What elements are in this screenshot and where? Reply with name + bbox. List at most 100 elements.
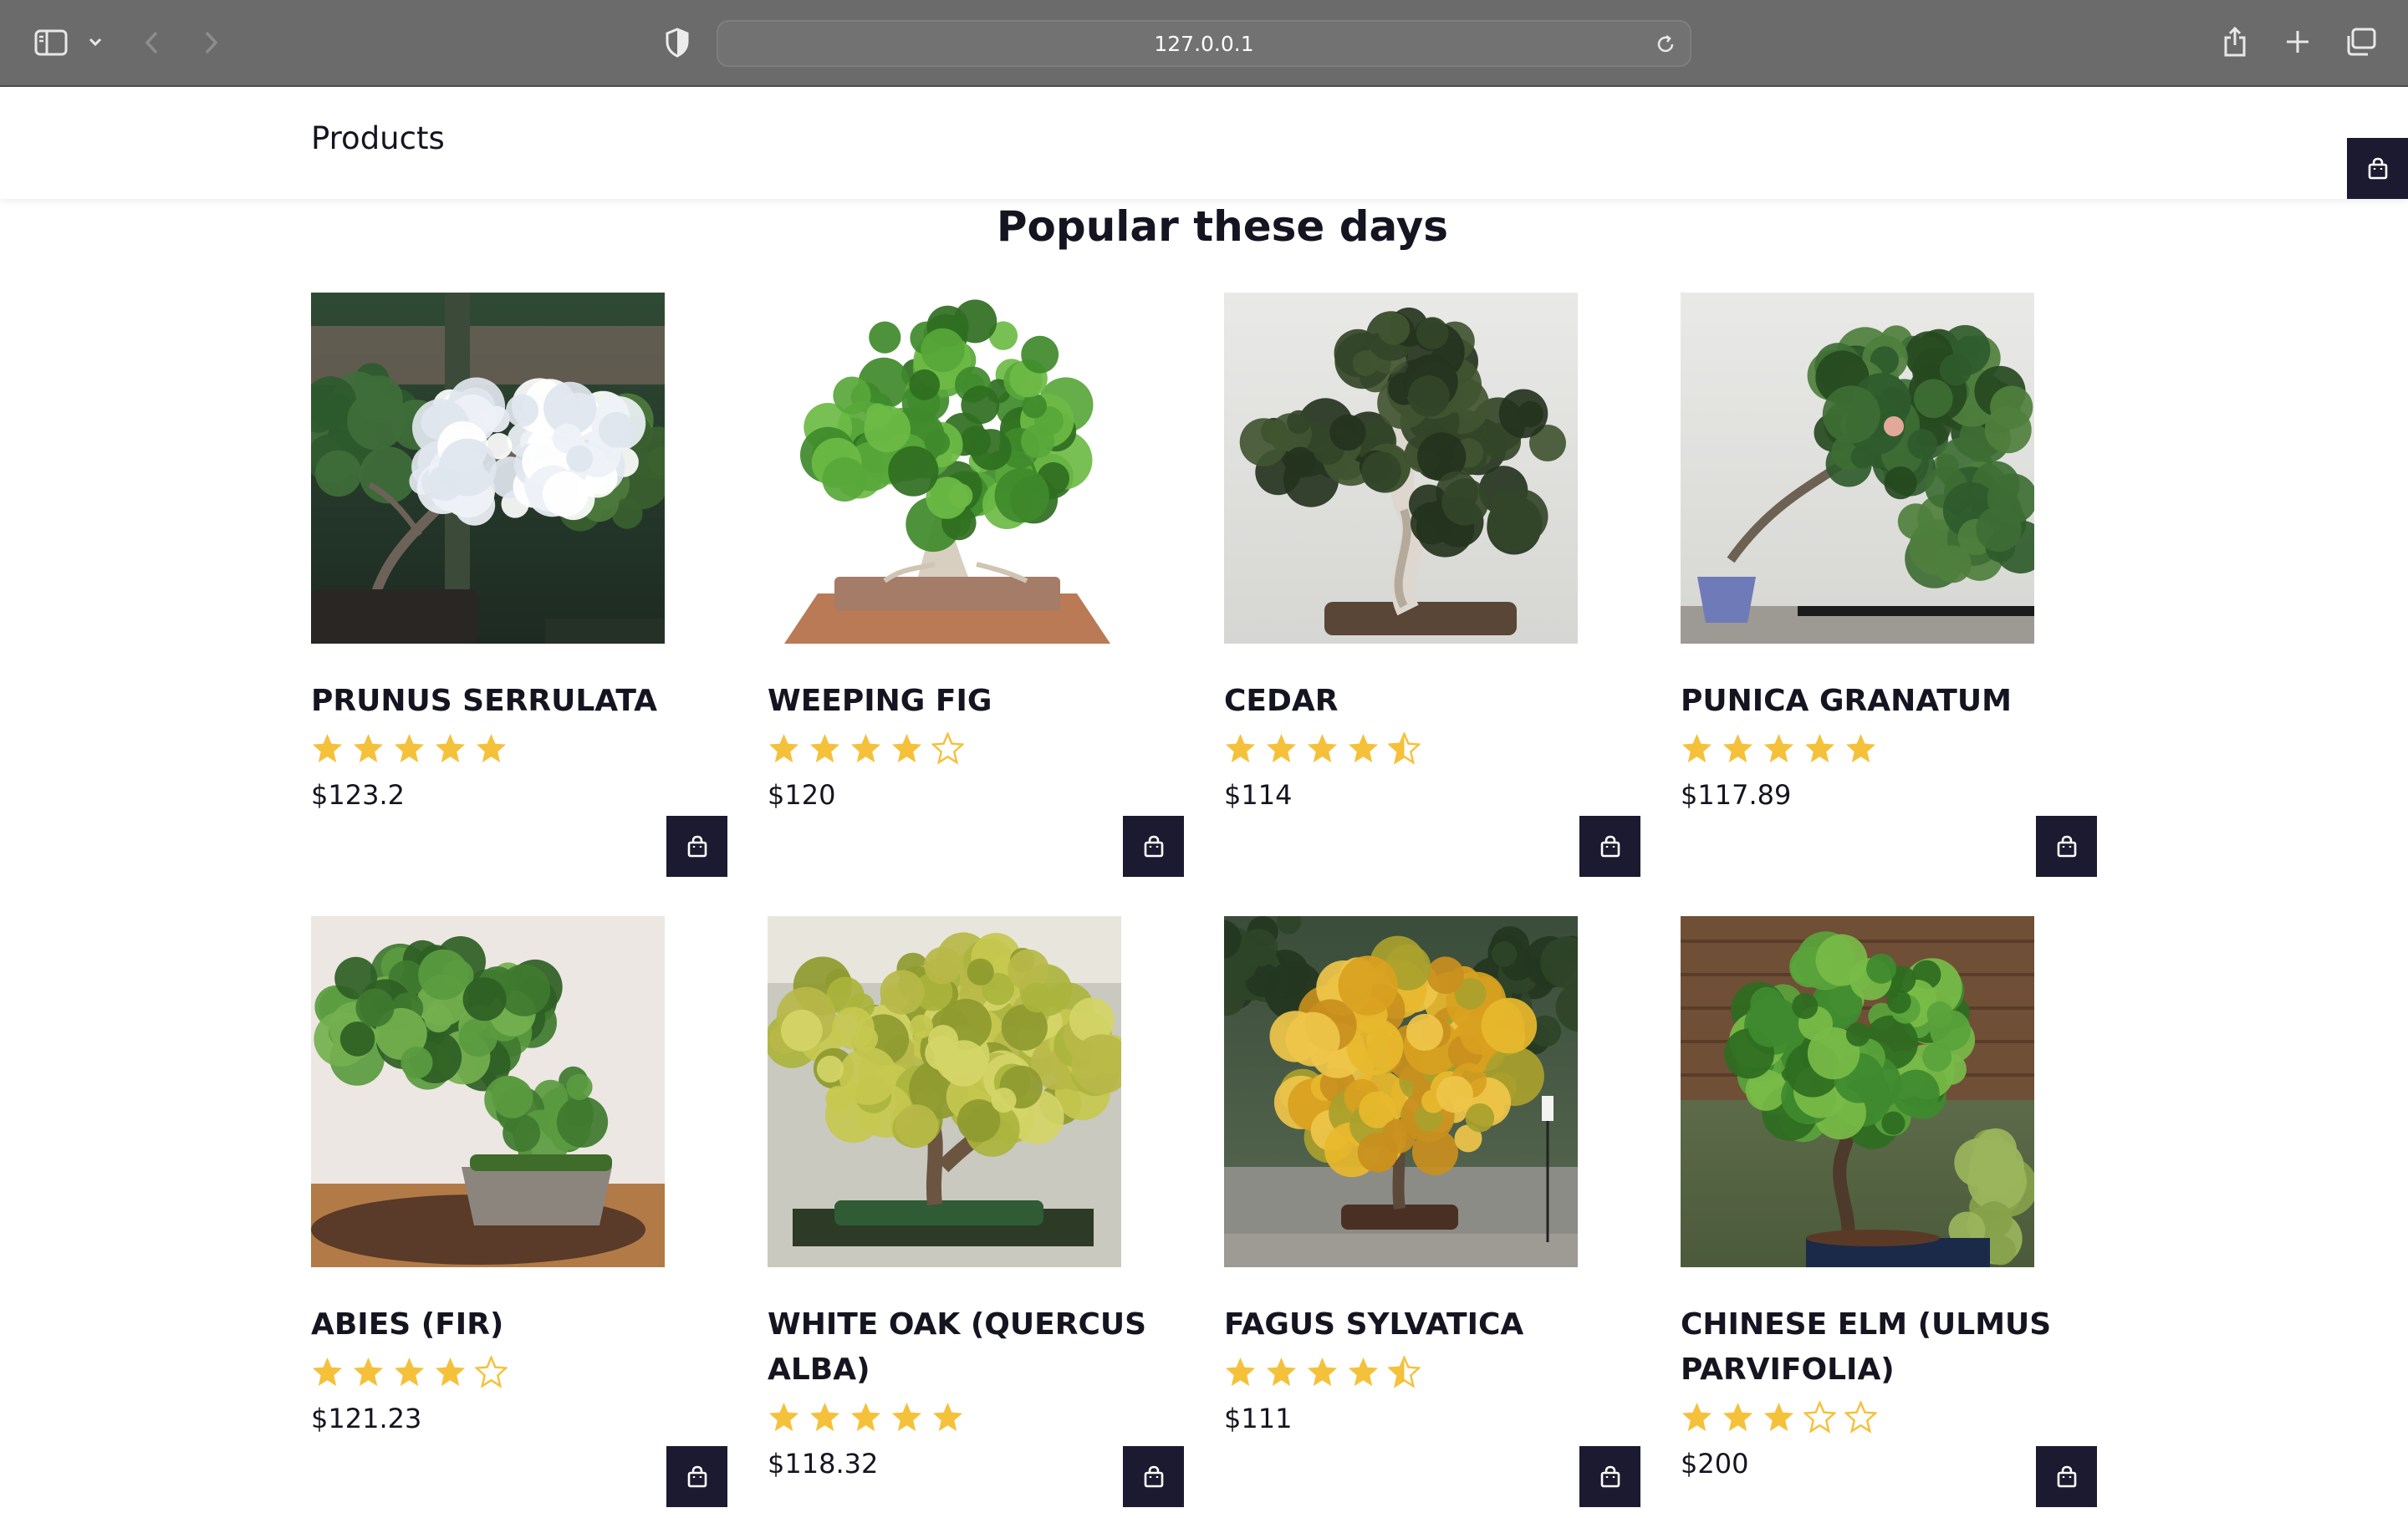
star-icon xyxy=(475,1356,508,1388)
star-icon xyxy=(353,733,384,763)
star-icon xyxy=(1722,733,1753,763)
product-price: $121.23 xyxy=(311,1403,422,1434)
url-text: 127.0.0.1 xyxy=(1154,31,1254,56)
shield-icon[interactable] xyxy=(661,25,694,60)
product-card[interactable]: FAGUS SYLVATICA $111 xyxy=(1224,916,1642,1518)
product-price: $117.89 xyxy=(1681,779,1792,811)
product-image[interactable] xyxy=(768,916,1121,1267)
product-card[interactable]: PUNICA GRANATUM $117.89 xyxy=(1681,293,2099,894)
chevron-left-icon[interactable] xyxy=(139,25,164,60)
product-image[interactable] xyxy=(768,293,1121,644)
nav-products-link[interactable]: Products xyxy=(311,120,445,156)
shopping-bag-icon xyxy=(1599,1465,1621,1489)
sidebar-icon[interactable] xyxy=(32,25,70,60)
star-icon xyxy=(435,1357,466,1387)
star-icon xyxy=(809,733,840,763)
site-header: Products xyxy=(0,87,2408,199)
product-price: $111 xyxy=(1224,1403,1293,1434)
reload-icon[interactable] xyxy=(1653,32,1678,57)
star-icon xyxy=(768,1402,799,1432)
star-icon xyxy=(1266,733,1297,763)
star-icon xyxy=(1348,1357,1379,1387)
browser-toolbar: 127.0.0.1 xyxy=(0,0,2408,87)
address-bar[interactable]: 127.0.0.1 xyxy=(717,20,1691,67)
product-image[interactable] xyxy=(1681,916,2034,1267)
shopping-bag-icon xyxy=(1599,835,1621,858)
add-to-cart-button[interactable] xyxy=(1123,1446,1184,1507)
chevron-down-icon[interactable] xyxy=(85,32,105,52)
shopping-bag-icon xyxy=(1143,835,1165,858)
star-icon xyxy=(1225,1357,1256,1387)
product-name[interactable]: ABIES (FIR) xyxy=(311,1302,704,1347)
product-image[interactable] xyxy=(1224,293,1578,644)
product-name[interactable]: WHITE OAK (QUERCUS ALBA) xyxy=(768,1302,1161,1393)
product-image[interactable] xyxy=(1681,293,2034,644)
product-price: $123.2 xyxy=(311,779,405,811)
star-icon xyxy=(312,1357,343,1387)
rating-stars xyxy=(768,732,964,765)
add-to-cart-button[interactable] xyxy=(666,816,727,877)
rating-stars xyxy=(311,1356,508,1388)
product-card[interactable]: WEEPING FIG $120 xyxy=(768,293,1186,894)
rating-stars xyxy=(1681,1401,1877,1434)
star-icon xyxy=(1307,733,1338,763)
product-card[interactable]: PRUNUS SERRULATA $123.2 xyxy=(311,293,729,894)
plus-icon[interactable] xyxy=(2281,25,2314,59)
tabs-overview-icon[interactable] xyxy=(2343,25,2380,59)
product-name[interactable]: CHINESE ELM (ULMUS PARVIFOLIA) xyxy=(1681,1302,2074,1393)
product-price: $120 xyxy=(768,779,836,811)
product-name[interactable]: FAGUS SYLVATICA xyxy=(1224,1302,1617,1347)
product-card[interactable]: ABIES (FIR) $121.23 xyxy=(311,916,729,1518)
shopping-bag-icon xyxy=(686,1465,708,1489)
product-image[interactable] xyxy=(311,916,665,1267)
rating-stars xyxy=(1224,732,1421,765)
product-price: $114 xyxy=(1224,779,1293,811)
product-card[interactable]: WHITE OAK (QUERCUS ALBA) $118.32 xyxy=(768,916,1186,1518)
star-icon xyxy=(1681,1402,1712,1432)
rating-stars xyxy=(311,732,508,765)
star-icon xyxy=(1388,1356,1421,1388)
product-card[interactable]: CHINESE ELM (ULMUS PARVIFOLIA) $200 xyxy=(1681,916,2099,1518)
rating-stars xyxy=(768,1401,964,1434)
star-icon xyxy=(891,1402,922,1432)
product-card[interactable]: CEDAR $114 xyxy=(1224,293,1642,894)
shopping-bag-icon xyxy=(2056,1465,2078,1489)
star-icon xyxy=(1681,733,1712,763)
add-to-cart-button[interactable] xyxy=(1123,816,1184,877)
shopping-bag-icon xyxy=(2056,835,2078,858)
product-price: $200 xyxy=(1681,1448,1749,1480)
star-icon xyxy=(1225,733,1256,763)
star-icon xyxy=(312,733,343,763)
cart-button[interactable] xyxy=(2347,138,2408,199)
add-to-cart-button[interactable] xyxy=(2036,1446,2097,1507)
section-title: Popular these days xyxy=(996,202,1449,251)
product-image[interactable] xyxy=(1224,916,1578,1267)
star-icon xyxy=(850,733,881,763)
product-name[interactable]: WEEPING FIG xyxy=(768,679,1161,724)
product-name[interactable]: PRUNUS SERRULATA xyxy=(311,679,704,724)
chevron-right-icon[interactable] xyxy=(199,25,224,60)
star-icon xyxy=(1803,1401,1836,1434)
star-icon xyxy=(768,733,799,763)
star-icon xyxy=(435,733,466,763)
add-to-cart-button[interactable] xyxy=(666,1446,727,1507)
star-icon xyxy=(1845,733,1876,763)
product-price: $118.32 xyxy=(768,1448,879,1480)
star-icon xyxy=(809,1402,840,1432)
share-icon[interactable] xyxy=(2219,23,2251,60)
add-to-cart-button[interactable] xyxy=(2036,816,2097,877)
product-name[interactable]: CEDAR xyxy=(1224,679,1617,724)
star-icon xyxy=(394,1357,425,1387)
star-icon xyxy=(1804,733,1835,763)
star-icon xyxy=(1307,1357,1338,1387)
product-image[interactable] xyxy=(311,293,665,644)
star-icon xyxy=(850,1402,881,1432)
star-icon xyxy=(1763,733,1794,763)
star-icon xyxy=(1722,1402,1753,1432)
star-icon xyxy=(1388,732,1421,765)
add-to-cart-button[interactable] xyxy=(1579,816,1640,877)
shopping-bag-icon xyxy=(2367,157,2389,181)
rating-stars xyxy=(1681,732,1877,765)
add-to-cart-button[interactable] xyxy=(1579,1446,1640,1507)
product-name[interactable]: PUNICA GRANATUM xyxy=(1681,679,2074,724)
